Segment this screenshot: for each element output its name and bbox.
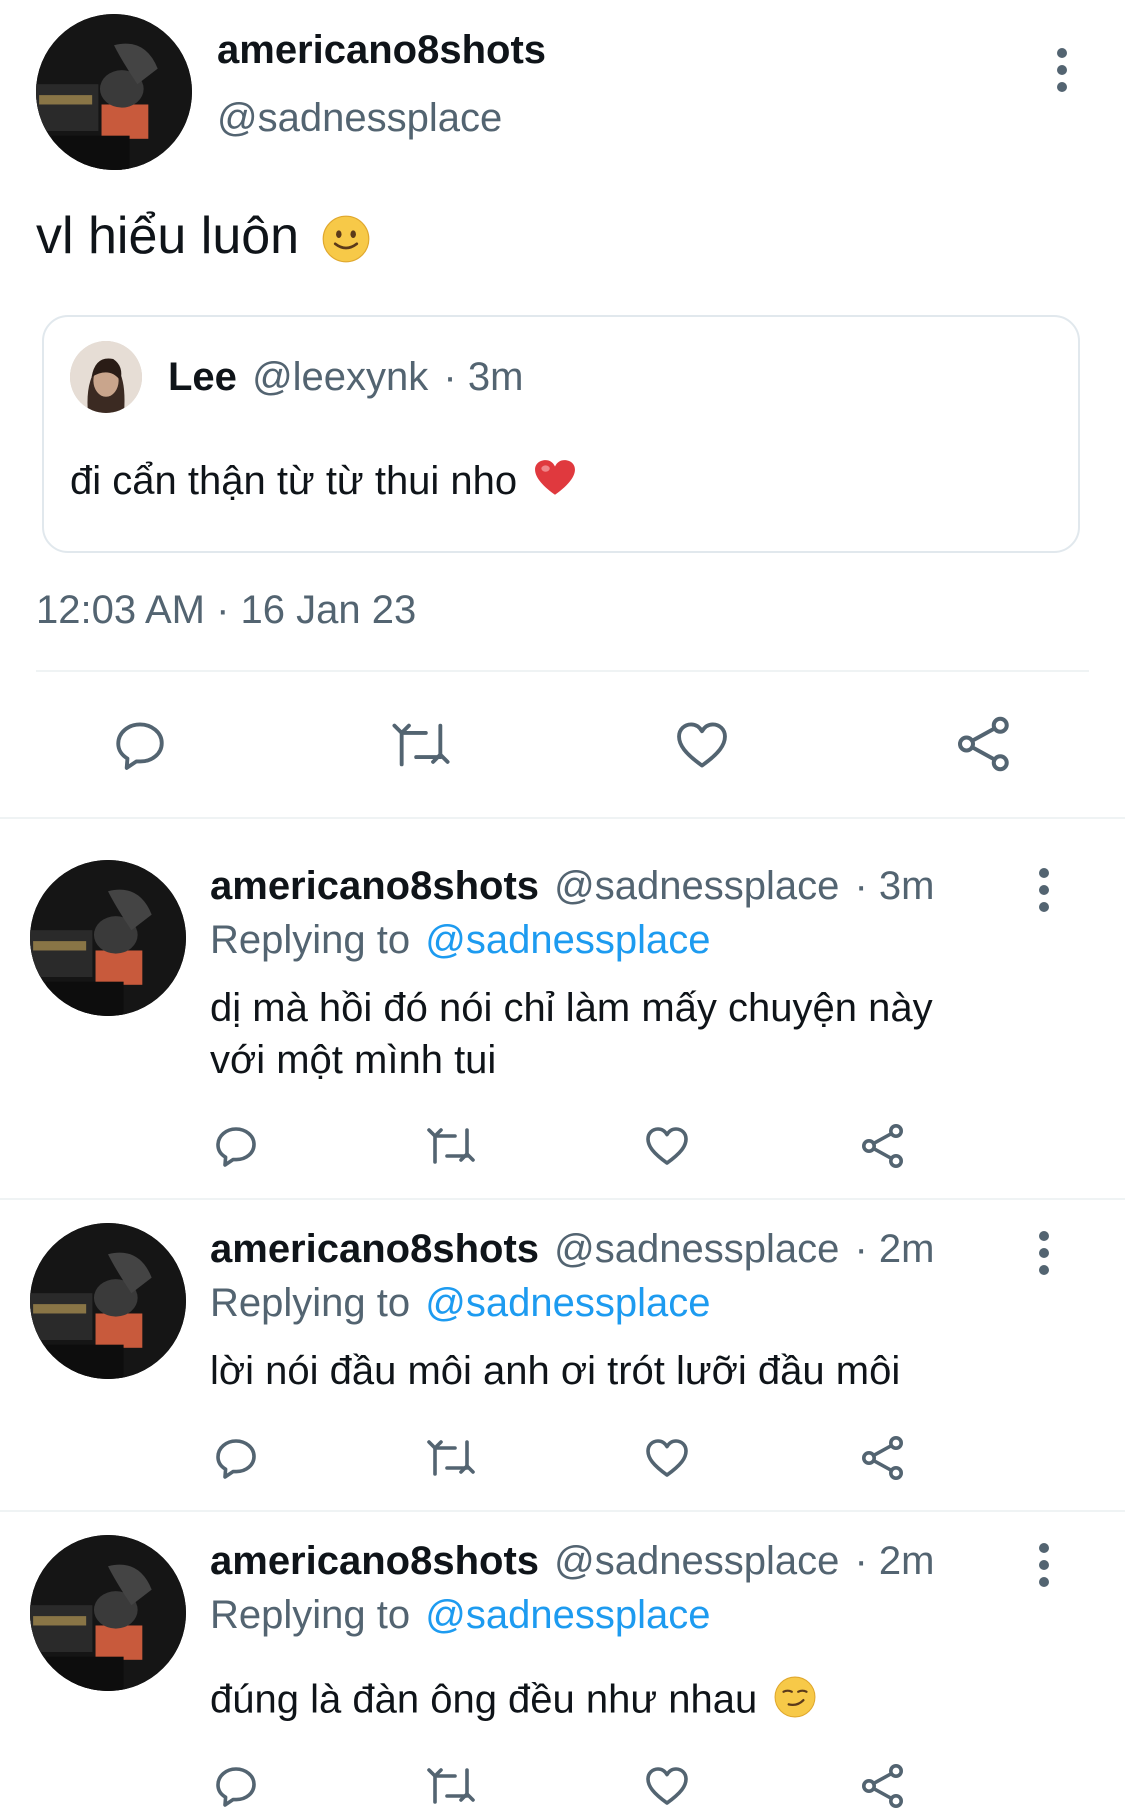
reply-text-line-1: đúng là đàn ông đều như nhau [210,1677,758,1722]
retweet-icon[interactable] [388,716,454,774]
reply-icon[interactable] [212,1762,260,1810]
replying-prefix: Replying to [210,1593,411,1637]
reply-icon[interactable] [110,716,170,774]
reply-text-line-2: với một mình tui [210,1038,497,1082]
display-name[interactable]: americano8shots [210,1539,539,1583]
avatar[interactable] [36,14,192,170]
handle[interactable]: @sadnessplace [554,1227,839,1271]
more-options-icon[interactable] [1032,1231,1056,1282]
tweet-text-row: vl hiểu luôn [36,206,370,266]
more-options-icon[interactable] [1050,48,1074,99]
avatar[interactable] [30,1535,186,1691]
reply-header: americano8shots @sadnessplace · 3m [210,864,935,909]
replying-to-link[interactable]: @sadnessplace [425,1593,710,1637]
reply-header: americano8shots @sadnessplace · 2m [210,1539,935,1584]
share-icon[interactable] [859,1122,907,1170]
quoted-time: · 3m [443,355,524,399]
replying-to-link[interactable]: @sadnessplace [425,1281,710,1325]
quoted-avatar [70,341,142,413]
reply-header: americano8shots @sadnessplace · 2m [210,1227,935,1272]
quoted-handle: @leexynk [252,355,429,399]
retweet-icon[interactable] [424,1434,478,1482]
replying-to-link[interactable]: @sadnessplace [425,918,710,962]
reply-time[interactable]: · 2m [855,1227,935,1271]
like-icon[interactable] [643,1122,691,1170]
replying-to: Replying to @sadnessplace [210,918,710,963]
section-divider [0,1510,1125,1512]
quoted-header: Lee @leexynk · 3m [168,355,523,400]
reply-text-row: đúng là đàn ông đều như nhau [210,1676,816,1728]
quoted-text: đi cẩn thận từ từ thui nho [70,459,518,503]
share-icon[interactable] [954,714,1014,774]
reply-icon[interactable] [212,1122,260,1170]
more-options-icon[interactable] [1032,1543,1056,1594]
handle[interactable]: @sadnessplace [554,1539,839,1583]
reply-icon[interactable] [212,1434,260,1482]
avatar[interactable] [30,1223,186,1379]
handle[interactable]: @sadnessplace [217,96,502,141]
tweet-text: vl hiểu luôn [36,207,300,265]
display-name[interactable]: americano8shots [210,1227,539,1271]
like-icon[interactable] [672,716,732,774]
like-icon[interactable] [643,1762,691,1810]
display-name[interactable]: americano8shots [217,28,546,73]
smirking-face-icon [774,1676,816,1728]
reply-time[interactable]: · 2m [855,1539,935,1583]
replying-to: Replying to @sadnessplace [210,1593,710,1638]
more-options-icon[interactable] [1032,868,1056,919]
quoted-tweet-card[interactable]: Lee @leexynk · 3m đi cẩn thận từ từ thui… [42,315,1080,553]
retweet-icon[interactable] [424,1122,478,1170]
share-icon[interactable] [859,1762,907,1810]
tweet-timestamp[interactable]: 12:03 AM · 16 Jan 23 [36,588,416,633]
replying-prefix: Replying to [210,1281,411,1325]
section-divider [0,1198,1125,1200]
retweet-icon[interactable] [424,1762,478,1810]
section-divider [0,817,1125,819]
reply-text-line-1: dị mà hồi đó nói chỉ làm mấy chuyện này [210,986,933,1030]
reply-time[interactable]: · 3m [855,864,935,908]
handle[interactable]: @sadnessplace [554,864,839,908]
avatar[interactable] [30,860,186,1016]
display-name[interactable]: americano8shots [210,864,539,908]
like-icon[interactable] [643,1434,691,1482]
replying-prefix: Replying to [210,918,411,962]
quoted-text-row: đi cẩn thận từ từ thui nho [70,459,576,507]
replying-to: Replying to @sadnessplace [210,1281,710,1326]
divider [36,670,1089,672]
quoted-display-name: Lee [168,355,237,399]
reply-text-line-1: lời nói đầu môi anh ơi trót lưỡi đầu môi [210,1349,901,1393]
red-heart-icon [534,459,576,507]
share-icon[interactable] [859,1434,907,1482]
slightly-smiling-face-icon [322,215,370,263]
